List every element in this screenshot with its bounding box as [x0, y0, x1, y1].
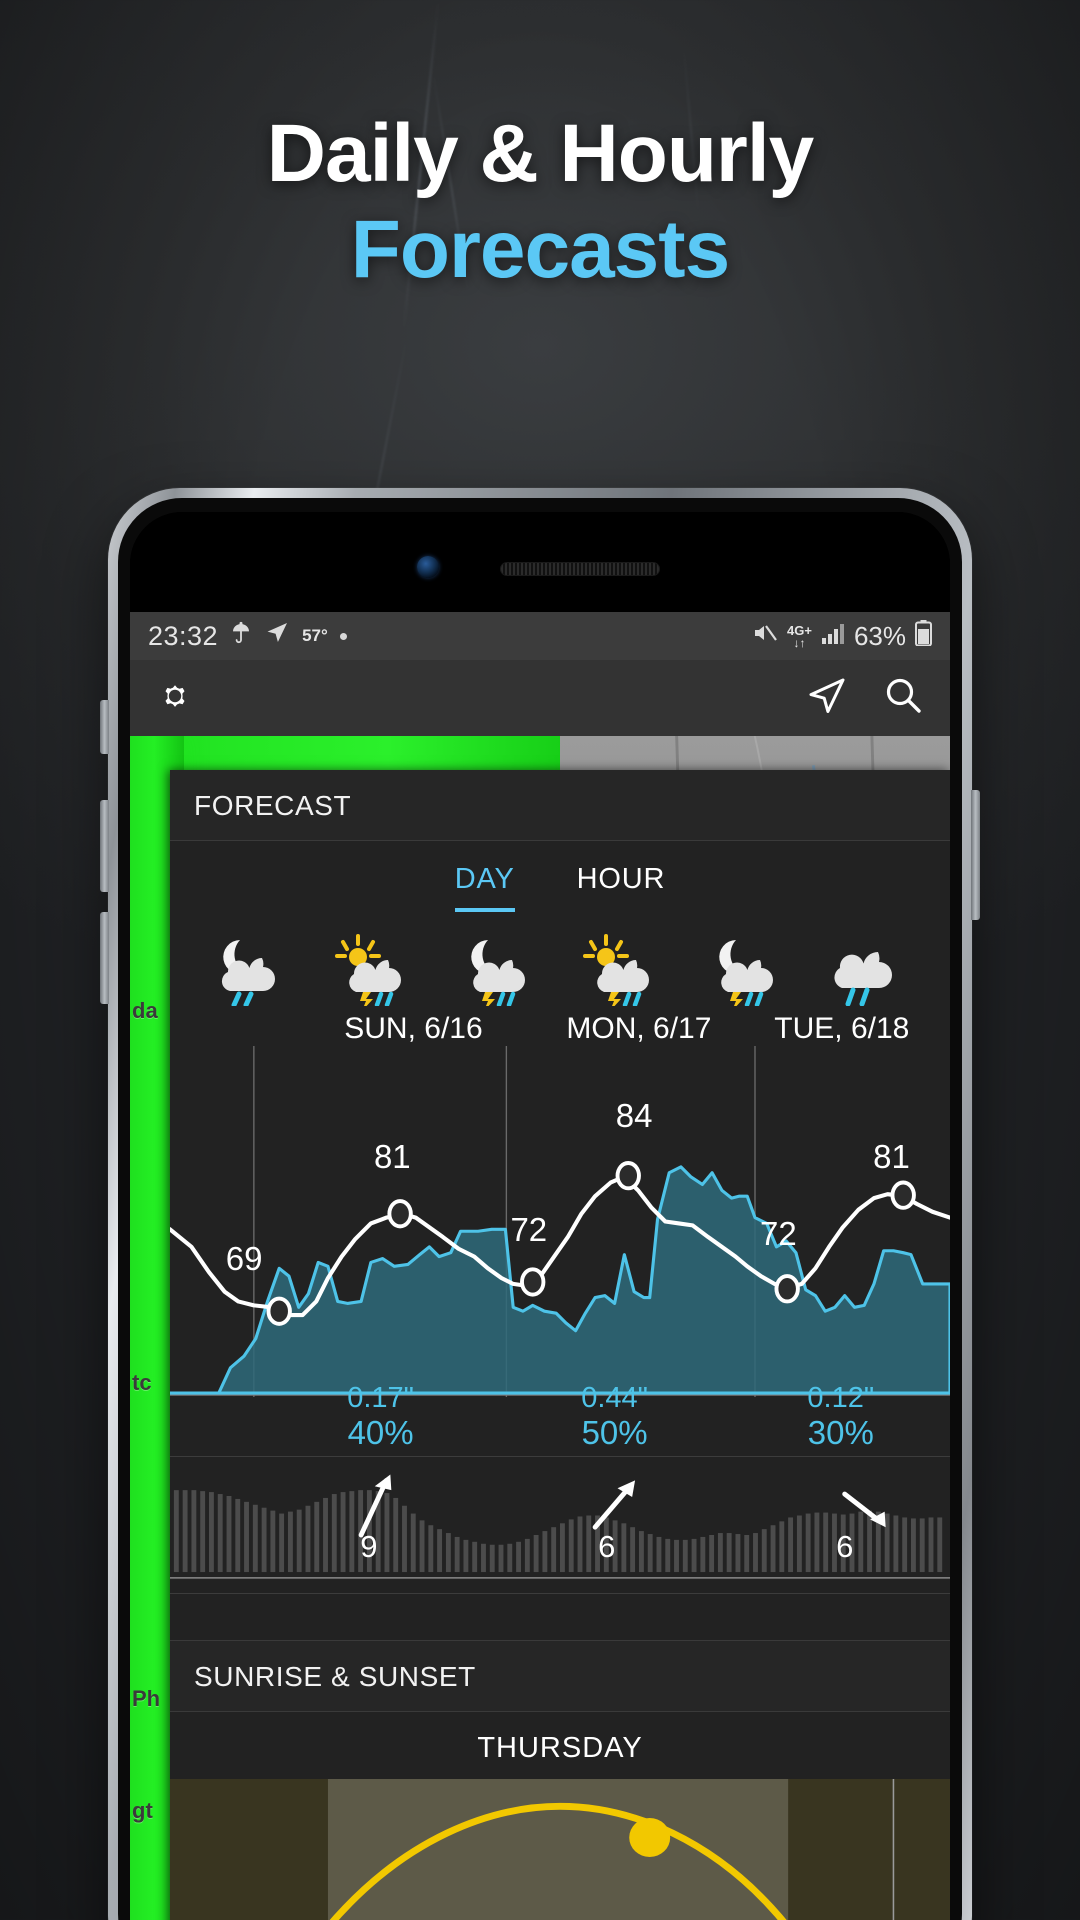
- toolbar-actions: [806, 675, 924, 722]
- temp-point-low-2: [520, 1267, 546, 1297]
- map-label: gt: [132, 1798, 153, 1823]
- phone-bezel: 23:32 57° 4G+ ↓↑ 63% da tc Ph gt FORECAS…: [118, 498, 962, 1920]
- tab-hour[interactable]: HOUR: [577, 863, 666, 912]
- phone-button-volume-up[interactable]: [100, 800, 109, 892]
- earpiece-speaker-icon: [500, 562, 660, 576]
- phone-button-volume-down[interactable]: [100, 912, 109, 1004]
- temp-point-low-3: [774, 1274, 800, 1304]
- search-icon[interactable]: [882, 675, 924, 722]
- navigation-arrow-icon: [264, 620, 290, 653]
- forecast-icon-cell: [436, 934, 560, 1006]
- status-bar: 23:32 57° 4G+ ↓↑ 63%: [130, 612, 950, 660]
- data-transfer-icon: ↓↑: [793, 635, 806, 650]
- temp-point-high-2: [615, 1161, 641, 1191]
- map-and-forecast-area: da N ep tc Ph gt FORECAST DAY HOUR: [130, 736, 950, 1920]
- cloud-rain-icon: [834, 952, 892, 1006]
- forecast-card: FORECAST DAY HOUR SUN, 6/16 MON, 6/17 TU…: [170, 770, 950, 1920]
- day-label-sun: SUN, 6/16: [344, 1012, 483, 1045]
- forecast-icon-row: [170, 912, 950, 1006]
- map-label: da: [132, 998, 158, 1023]
- signal-bars-icon: [821, 621, 845, 652]
- promo-headline: Daily & Hourly Forecasts: [0, 112, 1080, 291]
- temp-point-low-1: [266, 1296, 292, 1326]
- forecast-graph[interactable]: 69 81 72 84 72 81 0.17" 40% 0.44" 50% 0.…: [170, 1046, 950, 1456]
- forecast-icon-cell: [560, 934, 684, 1006]
- tab-day[interactable]: DAY: [454, 863, 515, 912]
- map-label: tc: [132, 1370, 152, 1395]
- umbrella-icon: [230, 621, 252, 652]
- day-label-spacer: [188, 1012, 301, 1046]
- forecast-day-row: SUN, 6/16 MON, 6/17 TUE, 6/18: [170, 1006, 950, 1046]
- phone-button-mute[interactable]: [100, 700, 109, 754]
- sunrise-sunset-day: THURSDAY: [477, 1732, 643, 1764]
- status-bar-right: 4G+ ↓↑ 63%: [752, 619, 932, 653]
- sunrise-sunset-title: SUNRISE & SUNSET: [170, 1640, 950, 1712]
- phone-notch-area: [130, 512, 950, 612]
- phone-screen: 23:32 57° 4G+ ↓↑ 63% da tc Ph gt FORECAS…: [130, 512, 950, 1920]
- headline-line-1: Daily & Hourly: [266, 108, 814, 199]
- wind-arrow-1-head: [374, 1474, 392, 1490]
- forecast-card-title: FORECAST: [170, 770, 950, 841]
- card-divider-gap: [170, 1594, 950, 1640]
- map-label: Ph: [132, 1686, 161, 1711]
- temperature-precipitation-chart[interactable]: [170, 1046, 950, 1456]
- forecast-icon-cell: [684, 934, 808, 1006]
- forecast-wind-graph[interactable]: 9 6 6: [170, 1455, 950, 1594]
- sun-position-chart[interactable]: [170, 1779, 950, 1920]
- navigation-arrow-icon[interactable]: [806, 675, 848, 722]
- wind-speed-chart[interactable]: [170, 1457, 950, 1594]
- battery-icon: [915, 619, 932, 653]
- day-label-mon: MON, 6/17: [566, 1012, 712, 1045]
- status-temperature: 57°: [302, 626, 328, 645]
- forecast-icon-cell: [188, 934, 312, 1006]
- forecast-tabs: DAY HOUR: [170, 841, 950, 912]
- forecast-icon-cell: [312, 934, 436, 1006]
- day-label-tue: TUE, 6/18: [774, 1012, 910, 1045]
- mute-icon: [752, 621, 778, 652]
- temp-point-high-1: [387, 1199, 413, 1229]
- phone-button-power[interactable]: [971, 790, 980, 920]
- gear-icon[interactable]: [156, 677, 194, 720]
- app-toolbar: [130, 660, 950, 736]
- sun-cloud-storm-icon: [583, 934, 649, 1006]
- moon-cloud-rain-icon: [221, 940, 275, 1006]
- temp-point-high-3: [890, 1180, 916, 1210]
- sun-cloud-storm-icon: [335, 934, 401, 1006]
- sun-position-marker: [629, 1818, 671, 1857]
- battery-percent: 63%: [853, 620, 906, 651]
- forecast-icon-cell: [808, 934, 932, 1006]
- front-camera-icon: [417, 556, 439, 578]
- sunrise-sunset-card: SUNRISE & SUNSET THURSDAY: [170, 1640, 950, 1920]
- moon-cloud-storm-icon: [471, 940, 525, 1006]
- headline-line-2: Forecasts: [350, 203, 730, 295]
- dot-icon: [339, 632, 347, 640]
- status-time: 23:32: [148, 620, 219, 651]
- status-bar-left: 23:32 57°: [148, 620, 347, 653]
- phone-mockup: 23:32 57° 4G+ ↓↑ 63% da tc Ph gt FORECAS…: [108, 488, 972, 1920]
- network-type-indicator: 4G+ ↓↑: [787, 624, 812, 649]
- moon-cloud-storm-icon: [719, 940, 773, 1006]
